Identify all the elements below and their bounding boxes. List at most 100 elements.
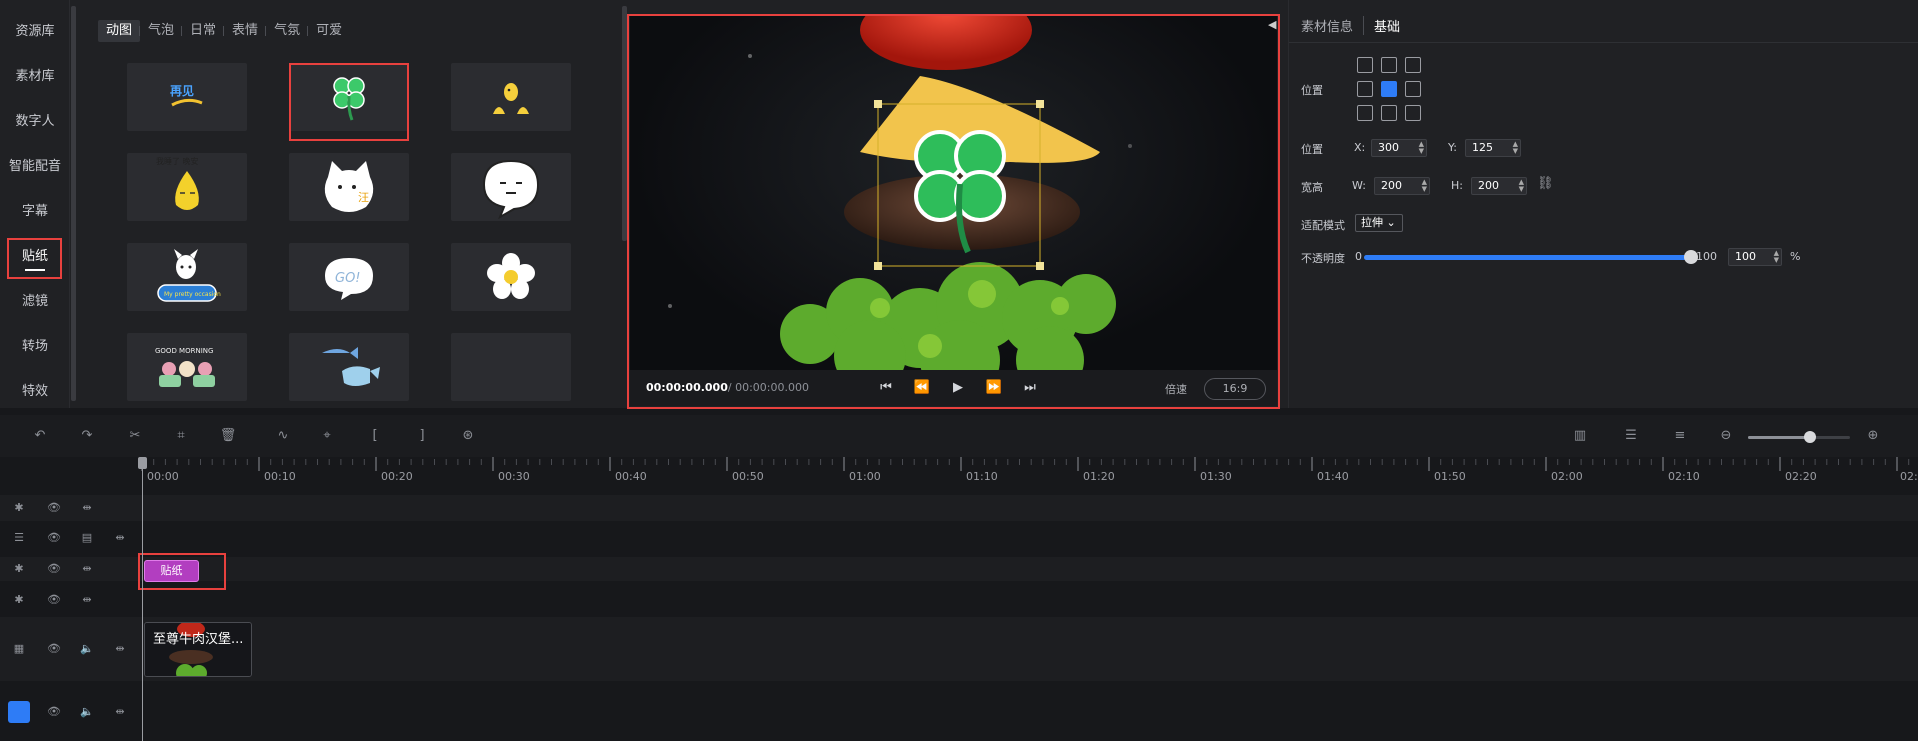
clover-sticker[interactable]	[289, 63, 409, 131]
playhead[interactable]	[142, 457, 143, 741]
aspect-ratio-button[interactable]: 16:9	[1204, 378, 1266, 400]
anchor-bottom-center[interactable]	[1381, 105, 1397, 121]
tab-bubble[interactable]: 气泡	[139, 20, 182, 42]
nav-scrollbar[interactable]	[71, 6, 76, 401]
track-settings-icon[interactable]: ☰	[1620, 427, 1642, 445]
opacity-slider[interactable]	[1364, 255, 1690, 260]
split-track-icon[interactable]: ⇹	[80, 593, 94, 607]
lock-ratio-icon[interactable]: ⛓	[1537, 176, 1554, 191]
nav-item-digital-human[interactable]: 数字人	[0, 102, 70, 142]
zaijian-sticker[interactable]: 再见	[127, 63, 247, 131]
eye-icon[interactable]: 👁	[47, 642, 61, 656]
chick-sticker[interactable]	[451, 63, 571, 131]
nav-item-subtitles[interactable]: 字幕	[0, 192, 70, 232]
puppy-sticker[interactable]: My pretty occasion	[127, 243, 247, 311]
tab-daily[interactable]: 日常	[181, 20, 224, 42]
cat-sticker[interactable]: 汪	[289, 153, 409, 221]
anchor-bottom-right[interactable]	[1405, 105, 1421, 121]
fit-mode-select[interactable]: 拉伸 ⌄	[1355, 214, 1403, 232]
zoom-in-icon[interactable]: ⊕	[1864, 427, 1882, 445]
anchor-bottom-left[interactable]	[1357, 105, 1373, 121]
x-spinner-icon[interactable]: ▲ ▼	[1419, 141, 1424, 155]
skip-end-icon[interactable]: ⏭	[1020, 378, 1040, 398]
merge-icon[interactable]: ≡	[1669, 427, 1691, 445]
volume-icon[interactable]: 🔈	[80, 705, 94, 719]
tab-mood[interactable]: 气氛	[265, 20, 308, 42]
good-morning-sticker[interactable]: GOOD MORNING	[127, 333, 247, 401]
nav-item-transitions[interactable]: 转场	[0, 327, 70, 367]
anchor-top-left[interactable]	[1357, 57, 1373, 73]
opacity-spinner-icon[interactable]: ▲ ▼	[1774, 250, 1779, 264]
preview-canvas[interactable]	[630, 16, 1277, 370]
redo-icon[interactable]: ↷	[78, 427, 96, 445]
assets-scrollbar[interactable]	[622, 6, 627, 241]
video-clip[interactable]: 至尊牛肉汉堡...	[144, 622, 252, 677]
split-track-icon[interactable]: ⇹	[113, 531, 127, 545]
nav-item-resources[interactable]: 资源库	[0, 12, 70, 52]
collapse-panel-icon[interactable]: ◀	[1268, 18, 1280, 32]
tab-material-info[interactable]: 素材信息	[1301, 16, 1363, 35]
sticker-clip[interactable]: 贴纸	[144, 560, 199, 582]
eye-icon[interactable]: 👁	[47, 531, 61, 545]
nav-item-voiceover[interactable]: 智能配音	[0, 147, 70, 187]
w-spinner-icon[interactable]: ▲ ▼	[1422, 179, 1427, 193]
eye-icon[interactable]: 👁	[47, 593, 61, 607]
anchor-middle-left[interactable]	[1357, 81, 1373, 97]
split-track-icon[interactable]: ⇹	[113, 705, 127, 719]
audio-wave-icon[interactable]: ∿	[270, 427, 296, 445]
main-track-toggle-icon[interactable]	[8, 701, 30, 723]
nav-item-filters[interactable]: 滤镜	[0, 282, 70, 322]
anchor-center[interactable]	[1381, 81, 1397, 97]
split-track-icon[interactable]: ⇹	[113, 642, 127, 656]
y-spinner-icon[interactable]: ▲ ▼	[1513, 141, 1518, 155]
w-input[interactable]: 200 ▲ ▼	[1374, 177, 1430, 195]
chevron-down-icon: ⌄	[1386, 216, 1396, 229]
undo-icon[interactable]: ↶	[31, 427, 49, 445]
fast-forward-icon[interactable]: ⏩	[984, 378, 1004, 398]
eye-icon[interactable]: 👁	[47, 562, 61, 576]
tab-cute[interactable]: 可爱	[307, 20, 350, 42]
tab-emoji[interactable]: 表情	[223, 20, 266, 42]
h-input[interactable]: 200 ▲ ▼	[1471, 177, 1527, 195]
mark-out-icon[interactable]: ]	[413, 427, 431, 445]
nav-item-stickers[interactable]: 贴纸	[0, 237, 70, 277]
y-input[interactable]: 125 ▲ ▼	[1465, 139, 1521, 157]
playhead-handle[interactable]	[138, 457, 147, 469]
zoom-out-icon[interactable]: ⊖	[1717, 427, 1735, 445]
h-spinner-icon[interactable]: ▲ ▼	[1519, 179, 1524, 193]
play-icon[interactable]: ▶	[948, 378, 968, 398]
split-track-icon[interactable]: ⇹	[80, 501, 94, 515]
marker-icon[interactable]: ⌖	[318, 427, 336, 445]
nav-item-materials[interactable]: 素材库	[0, 57, 70, 97]
split-icon[interactable]: ✂	[126, 427, 144, 445]
anchor-top-right[interactable]	[1405, 57, 1421, 73]
opacity-input[interactable]: 100 ▲ ▼	[1728, 248, 1782, 266]
zoom-slider-knob[interactable]	[1804, 431, 1816, 443]
timeline-ruler[interactable]: 00:00 00:10 00:20 00:30 00:40 00:50 01:0…	[0, 457, 1918, 493]
tab-basic[interactable]: 基础	[1363, 16, 1410, 35]
layout-icon[interactable]: ▥	[1571, 427, 1589, 445]
opacity-slider-knob[interactable]	[1684, 250, 1698, 264]
speed-button[interactable]: 倍速	[1165, 381, 1187, 397]
round-face-sticker[interactable]	[451, 153, 571, 221]
speed-icon[interactable]: ⊛	[459, 427, 477, 445]
sleepy-pear-sticker[interactable]: 我睡了 晚安	[127, 153, 247, 221]
volume-icon[interactable]: 🔈	[80, 642, 94, 656]
fish-sticker[interactable]	[289, 333, 409, 401]
flower-sticker[interactable]	[451, 243, 571, 311]
crop-icon[interactable]: ⌗	[172, 427, 190, 445]
nav-item-effects[interactable]: 特效	[0, 372, 70, 412]
rewind-icon[interactable]: ⏪	[912, 378, 932, 398]
anchor-top-center[interactable]	[1381, 57, 1397, 73]
eye-icon[interactable]: 👁	[47, 501, 61, 515]
skip-start-icon[interactable]: ⏮	[876, 378, 896, 398]
mark-in-icon[interactable]: [	[366, 427, 384, 445]
split-track-icon[interactable]: ⇹	[80, 562, 94, 576]
text-icon[interactable]: ▤	[80, 531, 94, 545]
eye-icon[interactable]: 👁	[47, 705, 61, 719]
go-bubble-sticker[interactable]: GO!	[289, 243, 409, 311]
delete-icon[interactable]: 🗑	[219, 427, 237, 445]
tab-animated[interactable]: 动图	[98, 20, 141, 42]
anchor-middle-right[interactable]	[1405, 81, 1421, 97]
x-input[interactable]: 300 ▲ ▼	[1371, 139, 1427, 157]
